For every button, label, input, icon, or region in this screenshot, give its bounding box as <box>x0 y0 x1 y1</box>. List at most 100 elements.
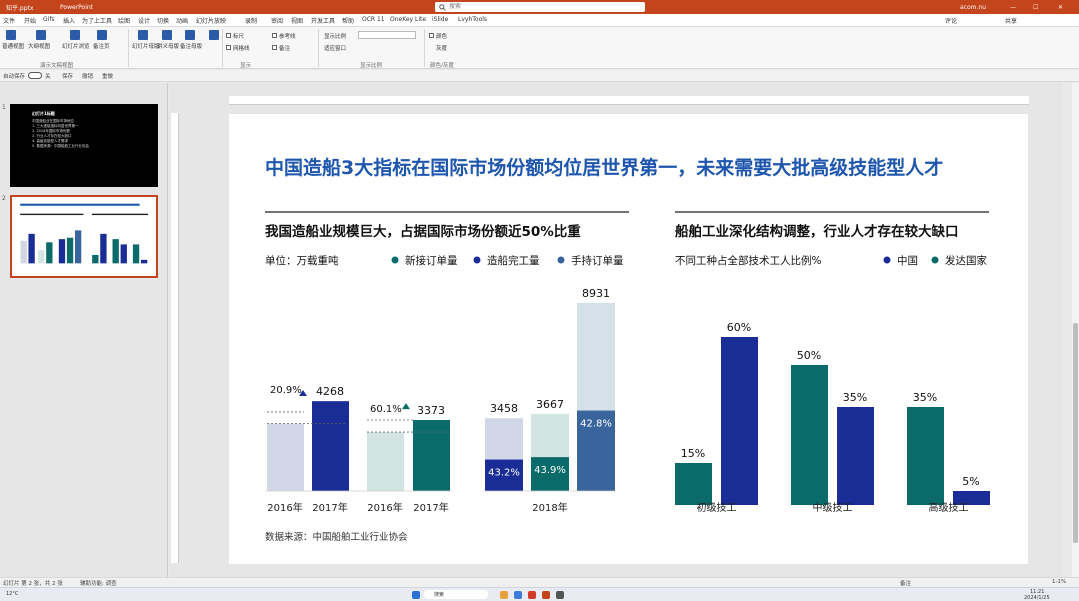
comments-button[interactable]: 评论 <box>945 16 957 25</box>
menu-item[interactable]: 开发工具 <box>311 16 335 25</box>
save-button[interactable]: 保存 <box>62 72 73 80</box>
menu-item[interactable]: 动画 <box>176 16 188 25</box>
status-bar: 幻灯片 第 2 张，共 2 张 辅助功能: 调查 备注 1-1% <box>0 577 1079 587</box>
ribbon-button[interactable]: 幻灯片母版 <box>132 42 160 50</box>
powerpoint-icon[interactable] <box>542 591 550 599</box>
minimize-button[interactable]: — <box>1010 4 1016 11</box>
ribbon-separator <box>318 29 319 67</box>
app-title: 知乎.pptx <box>6 4 34 12</box>
zoom-select[interactable] <box>358 31 416 39</box>
ribbon-button[interactable]: 大纲视图 <box>28 42 50 50</box>
menu-item[interactable]: 绘图 <box>118 16 130 25</box>
legend-marker <box>883 256 891 264</box>
checkbox-label: 参考线 <box>279 34 296 40</box>
menu-item[interactable]: OneKey Lite <box>390 16 426 23</box>
zoom-level[interactable]: 1-1% <box>1052 579 1066 585</box>
axis-label: 2018年 <box>532 501 567 514</box>
menu-item[interactable]: 开始 <box>24 16 36 25</box>
guides-checkbox[interactable] <box>272 33 277 38</box>
undo-button[interactable]: 撤销 <box>82 72 93 80</box>
notes-button[interactable]: 备注 <box>900 579 911 587</box>
menu-item[interactable]: Gifs <box>43 16 55 23</box>
menu-item[interactable]: 录制 <box>245 16 257 25</box>
legend-label: 新接订单量 <box>405 254 458 267</box>
menu-item[interactable]: LvyhTools <box>458 16 487 23</box>
handout-master-icon[interactable] <box>162 30 172 40</box>
legend-label: 发达国家 <box>945 254 987 267</box>
menu-item[interactable]: 为了上工具 <box>82 16 112 25</box>
ribbon-button[interactable]: 备注母版 <box>180 42 202 50</box>
slide-master-icon[interactable] <box>138 30 148 40</box>
chrome-icon[interactable] <box>528 591 536 599</box>
ribbon-button[interactable]: 灰度 <box>436 44 447 52</box>
slide-thumbnail-preview <box>20 203 148 264</box>
app-icon[interactable] <box>556 591 564 599</box>
outline-view-icon[interactable] <box>36 30 46 40</box>
autosave-state: 关 <box>45 74 51 80</box>
slide-2[interactable]: 中国造船3大指标在国际市场份额均位居世界第一，未来需要大批高级技能型人才 我国造… <box>229 114 1028 564</box>
notes-master-icon[interactable] <box>185 30 195 40</box>
menu-item[interactable]: OCR 11 <box>362 16 385 23</box>
checkbox-label: 备注 <box>279 46 291 52</box>
normal-view-icon[interactable] <box>6 30 16 40</box>
axis-label: 高级技工 <box>929 501 969 514</box>
ribbon-button[interactable]: 适应窗口 <box>324 44 346 52</box>
thumb1-body: 中国造船业在国际市场地位 1. 三大造船指标均居世界第一 2. 2018年国际市… <box>32 119 89 148</box>
scrollbar-thumb[interactable] <box>1073 323 1078 543</box>
menu-item[interactable]: 幻灯片放映 <box>196 16 226 25</box>
share-label: 60.1% <box>370 404 402 415</box>
ribbon-button[interactable]: 颜色 <box>436 32 447 40</box>
ribbon-button[interactable]: 讲义母版 <box>157 42 179 50</box>
ribbon-button[interactable]: 显示比例 <box>324 32 346 40</box>
menu-item[interactable]: 插入 <box>63 16 75 25</box>
edge-icon[interactable] <box>514 591 522 599</box>
slide-title: 中国造船3大指标在国际市场份额均位居世界第一，未来需要大批高级技能型人才 <box>265 156 943 179</box>
ribbon-button[interactable]: 幻灯片浏览 <box>62 42 90 50</box>
menu-item[interactable]: 切换 <box>157 16 169 25</box>
notes-checkbox[interactable] <box>272 45 277 50</box>
menu-item[interactable]: iSlide <box>432 16 448 23</box>
bar-developed-countries <box>907 407 944 505</box>
slide-thumbnail-2[interactable] <box>10 195 158 278</box>
bar-china <box>721 337 758 505</box>
right-subtitle: 不同工种占全部技术工人比例% <box>675 254 821 267</box>
slide-thumbnail-1[interactable]: 幻灯片1标题 中国造船业在国际市场地位 1. 三大造船指标均居世界第一 2. 2… <box>10 104 158 187</box>
bar-completions-2016 <box>367 432 404 491</box>
ruler-checkbox[interactable] <box>226 33 231 38</box>
menu-item[interactable]: 视图 <box>291 16 303 25</box>
redo-button[interactable]: 重做 <box>102 72 113 80</box>
autosave-toggle[interactable] <box>28 72 42 79</box>
file-explorer-icon[interactable] <box>500 591 508 599</box>
clock-date: 2024/1/25 <box>1024 595 1050 601</box>
weather[interactable]: 12°C <box>6 591 18 597</box>
search-input[interactable]: 搜索 <box>435 2 645 12</box>
taskbar: 12°C 搜索 11:21 2024/1/25 <box>0 587 1079 601</box>
menu-item[interactable]: 帮助 <box>342 16 354 25</box>
share-button[interactable]: 共享 <box>1005 16 1017 25</box>
color-checkbox[interactable] <box>429 33 434 38</box>
ribbon-group-label: 演示文稿视图 <box>40 63 74 69</box>
notes-page-icon[interactable] <box>97 30 107 40</box>
bar-new-orders-2017 <box>312 401 349 491</box>
slide-sorter-icon[interactable] <box>70 30 80 40</box>
ribbon-button[interactable]: 备注页 <box>93 42 110 50</box>
start-icon[interactable] <box>412 591 420 599</box>
close-button[interactable]: ✕ <box>1058 4 1063 11</box>
ribbon-button[interactable]: 普通视图 <box>2 42 24 50</box>
macro-view-icon[interactable] <box>209 30 219 40</box>
maximize-button[interactable]: ☐ <box>1033 4 1038 11</box>
horizontal-ruler <box>229 96 1029 105</box>
left-panel-title: 我国造船业规模巨大，占据国际市场份额近50%比重 <box>265 223 581 240</box>
vertical-ruler <box>171 113 179 563</box>
ribbon-separator <box>128 29 129 67</box>
data-label: 5% <box>962 475 979 488</box>
gridlines-checkbox[interactable] <box>226 45 231 50</box>
vertical-scrollbar[interactable] <box>1072 83 1079 577</box>
axis-label: 2016年 <box>267 501 302 514</box>
menu-item[interactable]: 设计 <box>138 16 150 25</box>
taskbar-search[interactable]: 搜索 <box>424 590 488 599</box>
user-name[interactable]: acom.nu <box>960 4 986 11</box>
menu-item[interactable]: 文件 <box>3 16 15 25</box>
accessibility-status[interactable]: 辅助功能: 调查 <box>80 579 117 587</box>
menu-item[interactable]: 审阅 <box>271 16 283 25</box>
